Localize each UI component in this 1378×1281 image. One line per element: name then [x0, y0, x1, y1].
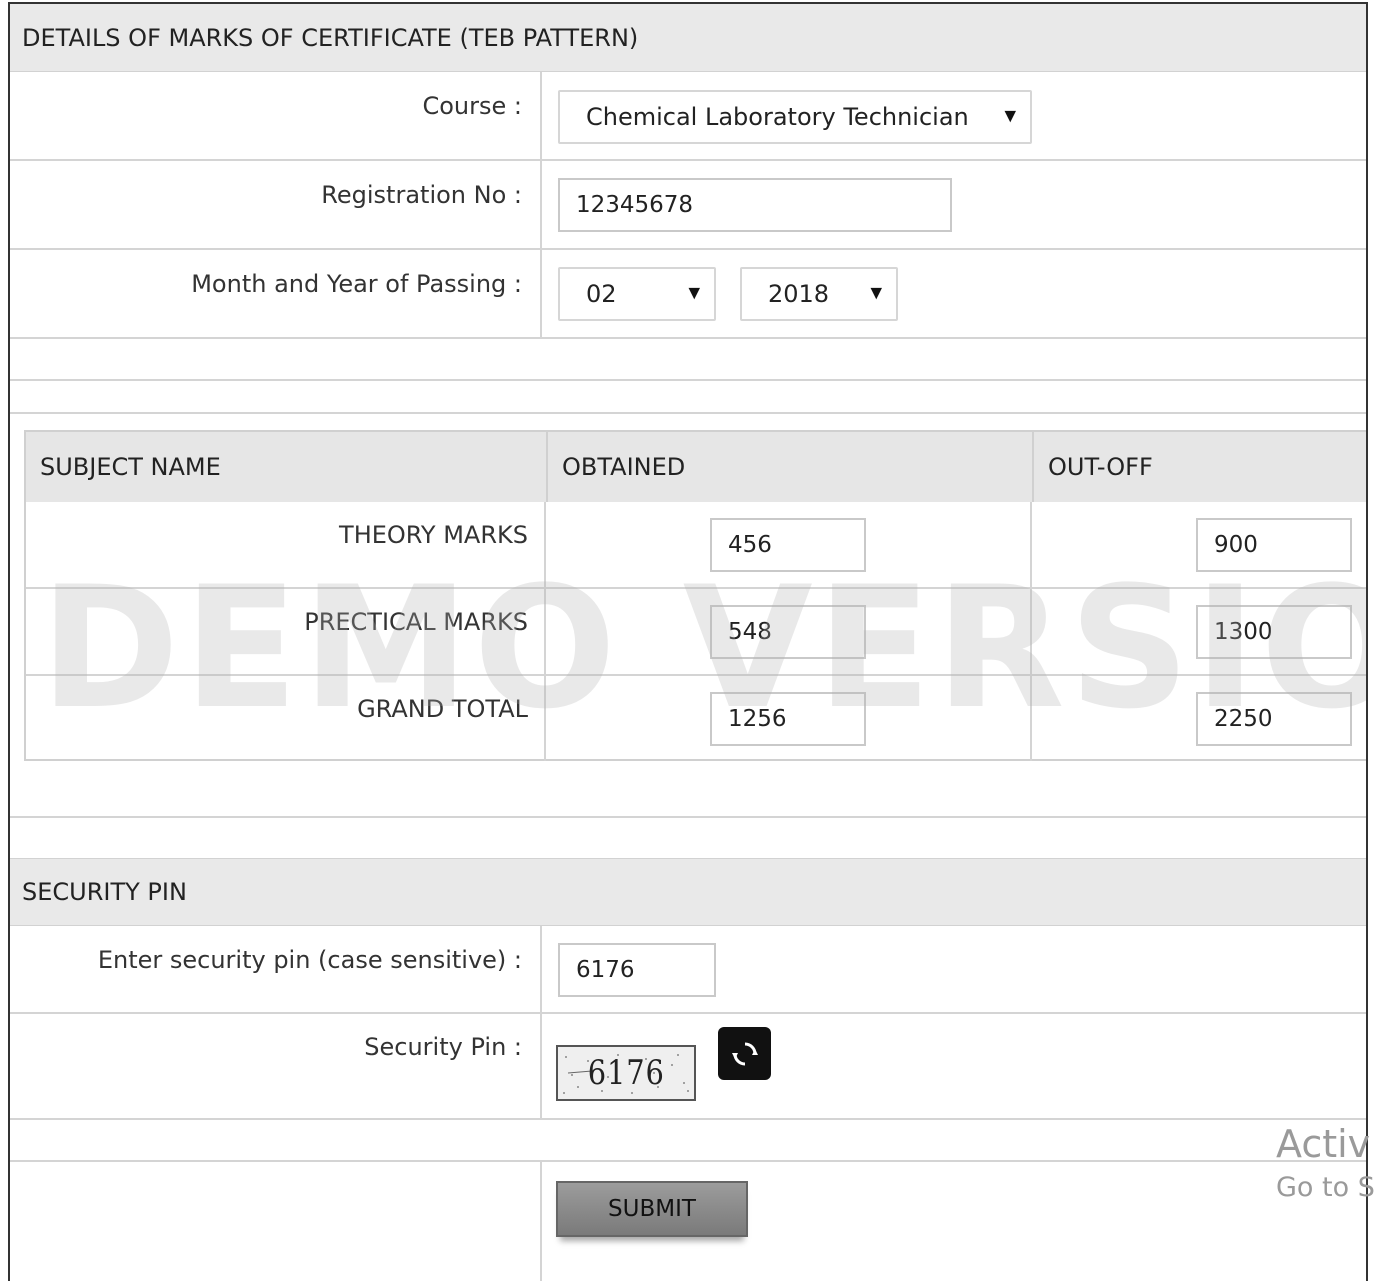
refresh-icon [731, 1042, 758, 1065]
month-select[interactable]: 02 ▼ [558, 267, 716, 321]
practical-out-of-input[interactable]: 1300 [1196, 605, 1352, 659]
column-divider [1030, 502, 1032, 761]
submit-button[interactable]: SUBMIT [556, 1181, 748, 1237]
passing-label: Month and Year of Passing : [191, 270, 522, 298]
refresh-captcha-button[interactable] [718, 1027, 771, 1080]
course-select[interactable]: Chemical Laboratory Technician ▼ [558, 90, 1032, 144]
year-select[interactable]: 2018 ▼ [740, 267, 898, 321]
column-divider [544, 502, 546, 761]
practical-marks-label: PRECTICAL MARKS [304, 608, 528, 636]
activation-watermark-line2: Go to S [1276, 1172, 1375, 1203]
marks-section-header: DETAILS OF MARKS OF CERTIFICATE (TEB PAT… [10, 4, 1366, 72]
month-select-value: 02 [586, 280, 617, 308]
security-pin-input[interactable]: 6176 [558, 943, 716, 997]
dropdown-arrow-icon: ▼ [1004, 106, 1016, 125]
row-divider [10, 379, 1366, 381]
theory-out-of-input[interactable]: 900 [1196, 518, 1352, 572]
obtained-header: OBTAINED [546, 432, 1032, 502]
course-label: Course : [422, 92, 522, 120]
marks-section-title: DETAILS OF MARKS OF CERTIFICATE (TEB PAT… [22, 23, 639, 52]
captcha-image: 6176 [556, 1045, 696, 1101]
column-divider [540, 926, 542, 1120]
theory-marks-label: THEORY MARKS [339, 521, 528, 549]
out-of-header: OUT-OFF [1032, 432, 1366, 502]
column-divider [540, 72, 542, 339]
grand-total-label: GRAND TOTAL [357, 695, 528, 723]
dropdown-arrow-icon: ▼ [688, 283, 700, 302]
security-section-title: SECURITY PIN [22, 878, 187, 906]
column-divider [540, 1160, 542, 1281]
row-divider [10, 248, 1366, 250]
dropdown-arrow-icon: ▼ [870, 283, 882, 302]
row-divider [10, 1160, 1366, 1162]
grand-total-out-of-input[interactable]: 2250 [1196, 692, 1352, 746]
year-select-value: 2018 [768, 280, 830, 308]
grand-total-obtained-input[interactable]: 1256 [710, 692, 866, 746]
row-divider [10, 337, 1366, 339]
row-divider [10, 1118, 1366, 1120]
subject-name-header: SUBJECT NAME [26, 432, 546, 502]
table-row-divider [26, 674, 1366, 676]
course-select-value: Chemical Laboratory Technician [586, 103, 969, 131]
activation-watermark-line1: Activ [1276, 1122, 1371, 1166]
theory-obtained-input[interactable]: 456 [710, 518, 866, 572]
practical-obtained-input[interactable]: 548 [710, 605, 866, 659]
captcha-text: 6176 [587, 1053, 665, 1093]
registration-input[interactable]: 12345678 [558, 178, 952, 232]
enter-pin-label: Enter security pin (case sensitive) : [97, 946, 522, 974]
registration-label: Registration No : [321, 181, 522, 209]
marks-table: SUBJECT NAME OBTAINED OUT-OFF THEORY MAR… [24, 430, 1366, 761]
security-section-header: SECURITY PIN [10, 858, 1366, 926]
row-divider [10, 816, 1366, 818]
table-row-divider [26, 587, 1366, 589]
row-divider [10, 159, 1366, 161]
row-divider [10, 412, 1366, 414]
row-divider [10, 1012, 1366, 1014]
security-pin-label: Security Pin : [364, 1033, 522, 1061]
